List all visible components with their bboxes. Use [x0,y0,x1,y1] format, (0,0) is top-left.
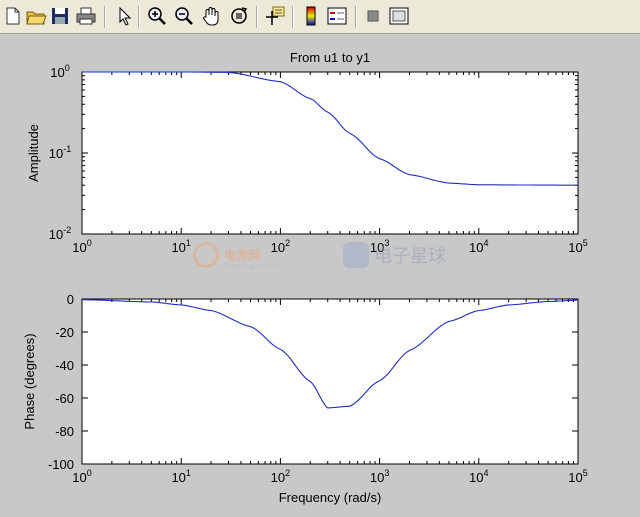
x-axis-label: Frequency (rad/s) [279,490,382,505]
show-plot-tools-icon[interactable] [388,5,410,27]
x-tick-label: 101 [171,468,190,485]
plot-title: From u1 to y1 [290,50,370,65]
zoom-in-icon[interactable] [146,5,168,27]
y-tick-label: 100 [50,63,69,80]
x-tick-label: 104 [469,468,488,485]
x-tick-label: 103 [370,468,389,485]
pan-icon[interactable] [200,5,222,27]
hide-plot-tools-icon[interactable] [362,5,384,27]
watermark-right-logo-icon [343,242,369,268]
y-tick-label: 0 [67,292,74,307]
new-figure-icon[interactable] [2,5,24,27]
print-figure-icon[interactable] [75,5,97,27]
data-cursor-icon[interactable] [264,5,286,27]
y-tick-label: 10-2 [49,225,71,242]
toolbar-separator [104,6,106,28]
insert-legend-icon[interactable] [326,5,348,27]
watermark-right: 电子星球 [343,242,446,268]
y-tick-label: -40 [55,358,74,373]
y-tick-label: -20 [55,325,74,340]
watermark-left: 电源网 DianYuan.com [193,242,280,271]
figure-toolbar [0,0,640,34]
x-tick-label: 105 [568,468,587,485]
x-tick-label: 102 [271,468,290,485]
x-tick-label: 104 [469,238,488,255]
y-axis-label: Amplitude [26,124,41,182]
zoom-out-icon[interactable] [173,5,195,27]
watermark-right-brand: 电子星球 [374,246,447,267]
axes-2-box [81,298,579,465]
watermark-left-brand: 电源网 [224,248,261,263]
axes-1-box [81,71,579,235]
watermark-left-logo-icon [193,242,219,268]
edit-plot-icon[interactable] [113,5,135,27]
x-tick-label: 100 [72,238,91,255]
toolbar-separator [355,6,357,28]
x-tick-label: 100 [72,468,91,485]
x-tick-label: 105 [568,238,587,255]
insert-colorbar-icon[interactable] [300,5,322,27]
bode-plot: 100 101 102 103 104 105 10-2 10-1 100 From u1 to … [22,50,588,505]
toolbar-separator [256,6,258,28]
watermark-left-site: DianYuan.com [223,262,280,271]
y-axis-label: Phase (degrees) [22,333,37,429]
save-figure-icon[interactable] [49,5,71,27]
y-tick-label: -100 [48,457,74,472]
toolbar-separator [292,6,294,28]
open-file-icon[interactable] [25,5,47,27]
figure-canvas: 100 101 102 103 104 105 10-2 10-1 100 From u1 to … [0,34,640,517]
rotate-3d-icon[interactable] [228,5,250,27]
y-tick-label: 10-1 [49,144,71,161]
toolbar-separator [138,6,140,28]
x-tick-label: 101 [171,238,190,255]
y-tick-label: -60 [55,391,74,406]
y-tick-label: -80 [55,424,74,439]
